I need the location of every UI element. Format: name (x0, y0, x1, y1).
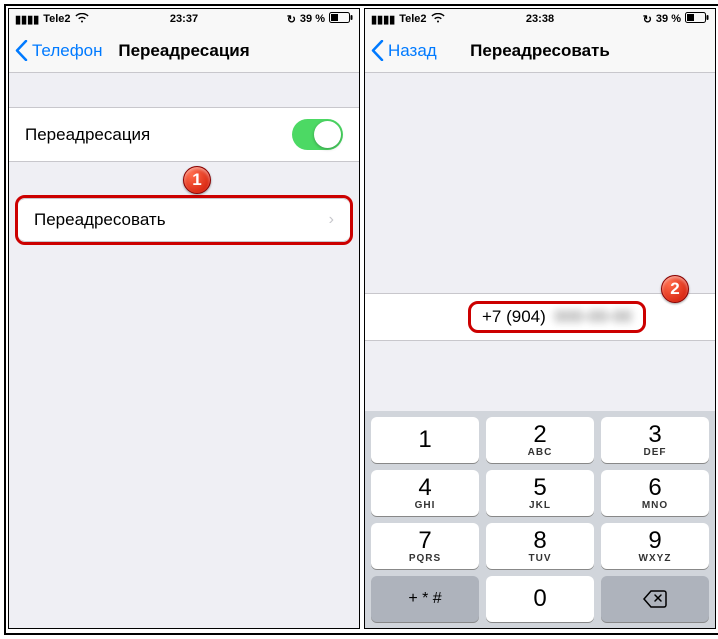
status-bar: ▮▮▮▮ Tele2 23:38 ↻ 39 % (365, 9, 715, 29)
toggle-switch[interactable] (292, 119, 343, 150)
signal-icon: ▮▮▮▮ (15, 13, 39, 26)
clock-label: 23:37 (170, 13, 198, 25)
key-4[interactable]: 4GHI (371, 470, 479, 516)
battery-label: 39 % (300, 13, 325, 25)
key-3[interactable]: 3DEF (601, 417, 709, 463)
wifi-icon (75, 13, 89, 26)
phone-value-blurred: 000-00-00 (555, 307, 633, 326)
forward-to-highlight: Переадресовать › (15, 195, 353, 245)
sync-icon: ↻ (287, 13, 296, 26)
key-1[interactable]: 1 (371, 417, 479, 463)
nav-bar: Телефон Переадресация (9, 29, 359, 73)
callout-badge-1: 1 (183, 166, 211, 194)
wifi-icon (431, 13, 445, 26)
status-bar: ▮▮▮▮ Tele2 23:37 ↻ 39 % (9, 9, 359, 29)
forwarding-toggle-row[interactable]: Переадресация (9, 107, 359, 162)
back-button[interactable]: Назад (365, 40, 437, 61)
forward-to-row[interactable]: Переадресовать › (18, 198, 350, 242)
back-button[interactable]: Телефон (9, 40, 103, 61)
key-6[interactable]: 6MNO (601, 470, 709, 516)
forward-to-label: Переадресовать (34, 210, 166, 230)
nav-bar: Назад Переадресовать (365, 29, 715, 73)
screenshot-right: ▮▮▮▮ Tele2 23:38 ↻ 39 % Назад Переадресо… (364, 8, 716, 629)
chevron-right-icon: › (329, 211, 334, 229)
back-label: Назад (388, 41, 437, 61)
key-5[interactable]: 5JKL (486, 470, 594, 516)
sync-icon: ↻ (643, 13, 652, 26)
key-delete[interactable] (601, 576, 709, 622)
page-title: Переадресовать (470, 41, 610, 61)
screenshot-left: ▮▮▮▮ Tele2 23:37 ↻ 39 % Телефон Переадре… (8, 8, 360, 629)
callout-badge-2: 2 (661, 275, 689, 303)
phone-input-row[interactable]: +7 (904) 000-00-00 (365, 293, 715, 341)
key-0[interactable]: 0 (486, 576, 594, 622)
clock-label: 23:38 (526, 13, 554, 25)
key-2[interactable]: 2ABC (486, 417, 594, 463)
backspace-icon (643, 590, 667, 608)
forwarding-label: Переадресация (25, 125, 150, 145)
key-symbols[interactable]: + * # (371, 576, 479, 622)
signal-icon: ▮▮▮▮ (371, 13, 395, 26)
key-7[interactable]: 7PQRS (371, 523, 479, 569)
battery-icon (329, 12, 353, 26)
key-8[interactable]: 8TUV (486, 523, 594, 569)
battery-icon (685, 12, 709, 26)
page-title: Переадресация (118, 41, 249, 61)
carrier-label: Tele2 (43, 13, 70, 25)
back-label: Телефон (32, 41, 103, 61)
key-9[interactable]: 9WXYZ (601, 523, 709, 569)
battery-label: 39 % (656, 13, 681, 25)
carrier-label: Tele2 (399, 13, 426, 25)
numeric-keypad: 1 2ABC 3DEF 4GHI 5JKL 6MNO 7PQRS 8TUV 9W… (365, 411, 715, 628)
